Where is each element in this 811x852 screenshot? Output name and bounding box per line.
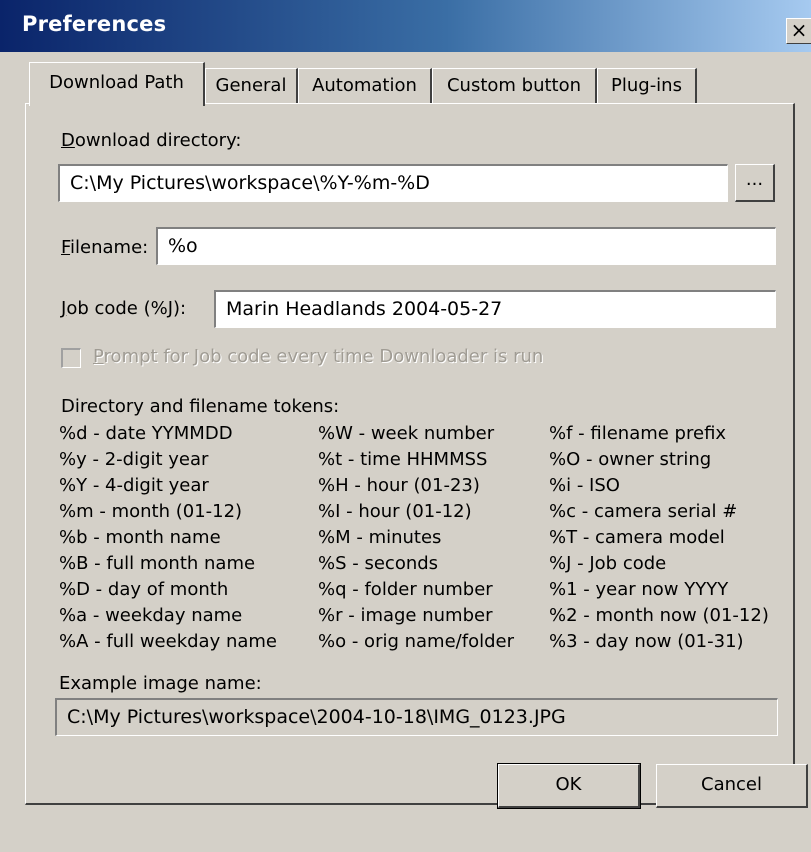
preferences-dialog: Preferences × Download Path General Auto… <box>0 0 811 852</box>
tab-automation[interactable]: Automation <box>298 68 432 104</box>
token-item: %A - full weekday name <box>59 631 277 652</box>
token-item: %d - date YYMMDD <box>59 423 233 444</box>
token-item: %b - month name <box>59 527 221 548</box>
close-icon: × <box>790 18 808 42</box>
tab-label: Download Path <box>49 72 184 93</box>
job-code-input[interactable]: Marin Headlands 2004-05-27 <box>214 290 776 328</box>
prompt-job-code-label: Prompt for Job code every time Downloade… <box>93 346 544 367</box>
token-item: %3 - day now (01-31) <box>549 631 744 652</box>
ok-button[interactable]: OK <box>497 763 641 809</box>
ok-button-label: OK <box>555 774 582 795</box>
token-item: %T - camera model <box>549 527 725 548</box>
token-item: %y - 2-digit year <box>59 449 209 470</box>
cancel-button-label: Cancel <box>701 774 762 795</box>
tab-general[interactable]: General <box>205 68 298 104</box>
token-item: %W - week number <box>318 423 495 444</box>
token-item: %I - hour (01-12) <box>318 501 472 522</box>
token-item: %Y - 4-digit year <box>59 475 209 496</box>
prompt-job-code-checkbox[interactable] <box>61 348 81 368</box>
browse-button[interactable]: ... <box>735 164 775 202</box>
title-bar[interactable]: Preferences × <box>0 0 811 52</box>
window-title: Preferences <box>22 12 167 36</box>
filename-label: Filename: <box>61 237 149 258</box>
token-item: %B - full month name <box>59 553 256 574</box>
token-item: %2 - month now (01-12) <box>549 605 769 626</box>
ellipsis-icon: ... <box>745 169 764 190</box>
tab-label: Custom button <box>446 75 582 96</box>
download-directory-input[interactable]: C:\My Pictures\workspace\%Y-%m-%D <box>58 164 728 202</box>
token-item: %a - weekday name <box>59 605 243 626</box>
token-item: %S - seconds <box>318 553 439 574</box>
tab-custom-button[interactable]: Custom button <box>432 68 597 104</box>
token-item: %t - time HHMMSS <box>318 449 488 470</box>
cancel-button[interactable]: Cancel <box>656 764 808 808</box>
tab-label: General <box>215 75 287 96</box>
token-item: %r - image number <box>318 605 493 626</box>
example-image-name-field: C:\My Pictures\workspace\2004-10-18\IMG_… <box>55 698 778 736</box>
filename-input[interactable]: %o <box>156 227 776 265</box>
token-item: %H - hour (01-23) <box>318 475 480 496</box>
token-item: %o - orig name/folder <box>318 631 514 652</box>
token-item: %O - owner string <box>549 449 712 470</box>
download-directory-label: Download directory: <box>61 130 242 151</box>
token-item: %f - filename prefix <box>549 423 727 444</box>
tab-plug-ins[interactable]: Plug-ins <box>597 68 697 104</box>
tab-label: Plug-ins <box>611 75 682 96</box>
close-button[interactable]: × <box>786 18 811 44</box>
token-item: %m - month (01-12) <box>59 501 243 522</box>
example-image-name-label: Example image name: <box>59 673 262 694</box>
token-item: %i - ISO <box>549 475 620 496</box>
token-item: %M - minutes <box>318 527 442 548</box>
job-code-label: Job code (%J): <box>61 298 187 319</box>
tab-label: Automation <box>312 75 417 96</box>
tab-download-path[interactable]: Download Path <box>29 62 205 106</box>
token-item: %1 - year now YYYY <box>549 579 729 600</box>
tokens-heading: Directory and filename tokens: <box>61 396 340 417</box>
token-item: %q - folder number <box>318 579 493 600</box>
token-item: %J - Job code <box>549 553 667 574</box>
token-item: %c - camera serial # <box>549 501 738 522</box>
token-item: %D - day of month <box>59 579 229 600</box>
